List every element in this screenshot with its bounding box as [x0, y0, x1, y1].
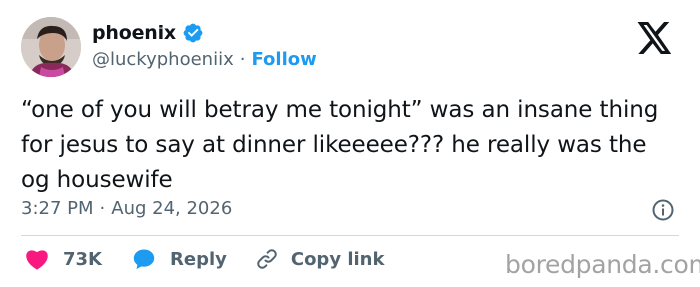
reply-label: Reply: [170, 248, 227, 270]
x-logo-icon[interactable]: [637, 22, 673, 54]
tweet-text: “one of you will betray me tonight” was …: [21, 97, 659, 193]
copy-link-button[interactable]: Copy link: [255, 247, 385, 271]
copy-link-label: Copy link: [290, 248, 385, 270]
watermark: boredpanda.com: [505, 250, 700, 279]
user-handle[interactable]: @luckyphoeniix: [92, 49, 234, 70]
tweet-date[interactable]: Aug 24, 2026: [111, 198, 232, 219]
like-button[interactable]: 73K: [25, 248, 102, 270]
divider: [21, 235, 679, 236]
meta-separator: ·: [99, 198, 106, 219]
handle-separator: ·: [239, 49, 246, 70]
reply-bubble-icon: [133, 249, 155, 269]
avatar-image: [21, 17, 81, 77]
tweet-time[interactable]: 3:27 PM: [21, 198, 94, 219]
link-icon: [257, 249, 277, 269]
avatar[interactable]: [21, 17, 81, 77]
likes-count: 73K: [63, 248, 102, 270]
verified-badge-icon: [183, 23, 203, 43]
reply-button[interactable]: Reply: [132, 247, 227, 271]
heart-icon: [26, 250, 48, 270]
info-icon[interactable]: [651, 198, 675, 222]
display-name[interactable]: phoenix: [92, 22, 176, 44]
follow-button[interactable]: Follow: [251, 49, 316, 70]
